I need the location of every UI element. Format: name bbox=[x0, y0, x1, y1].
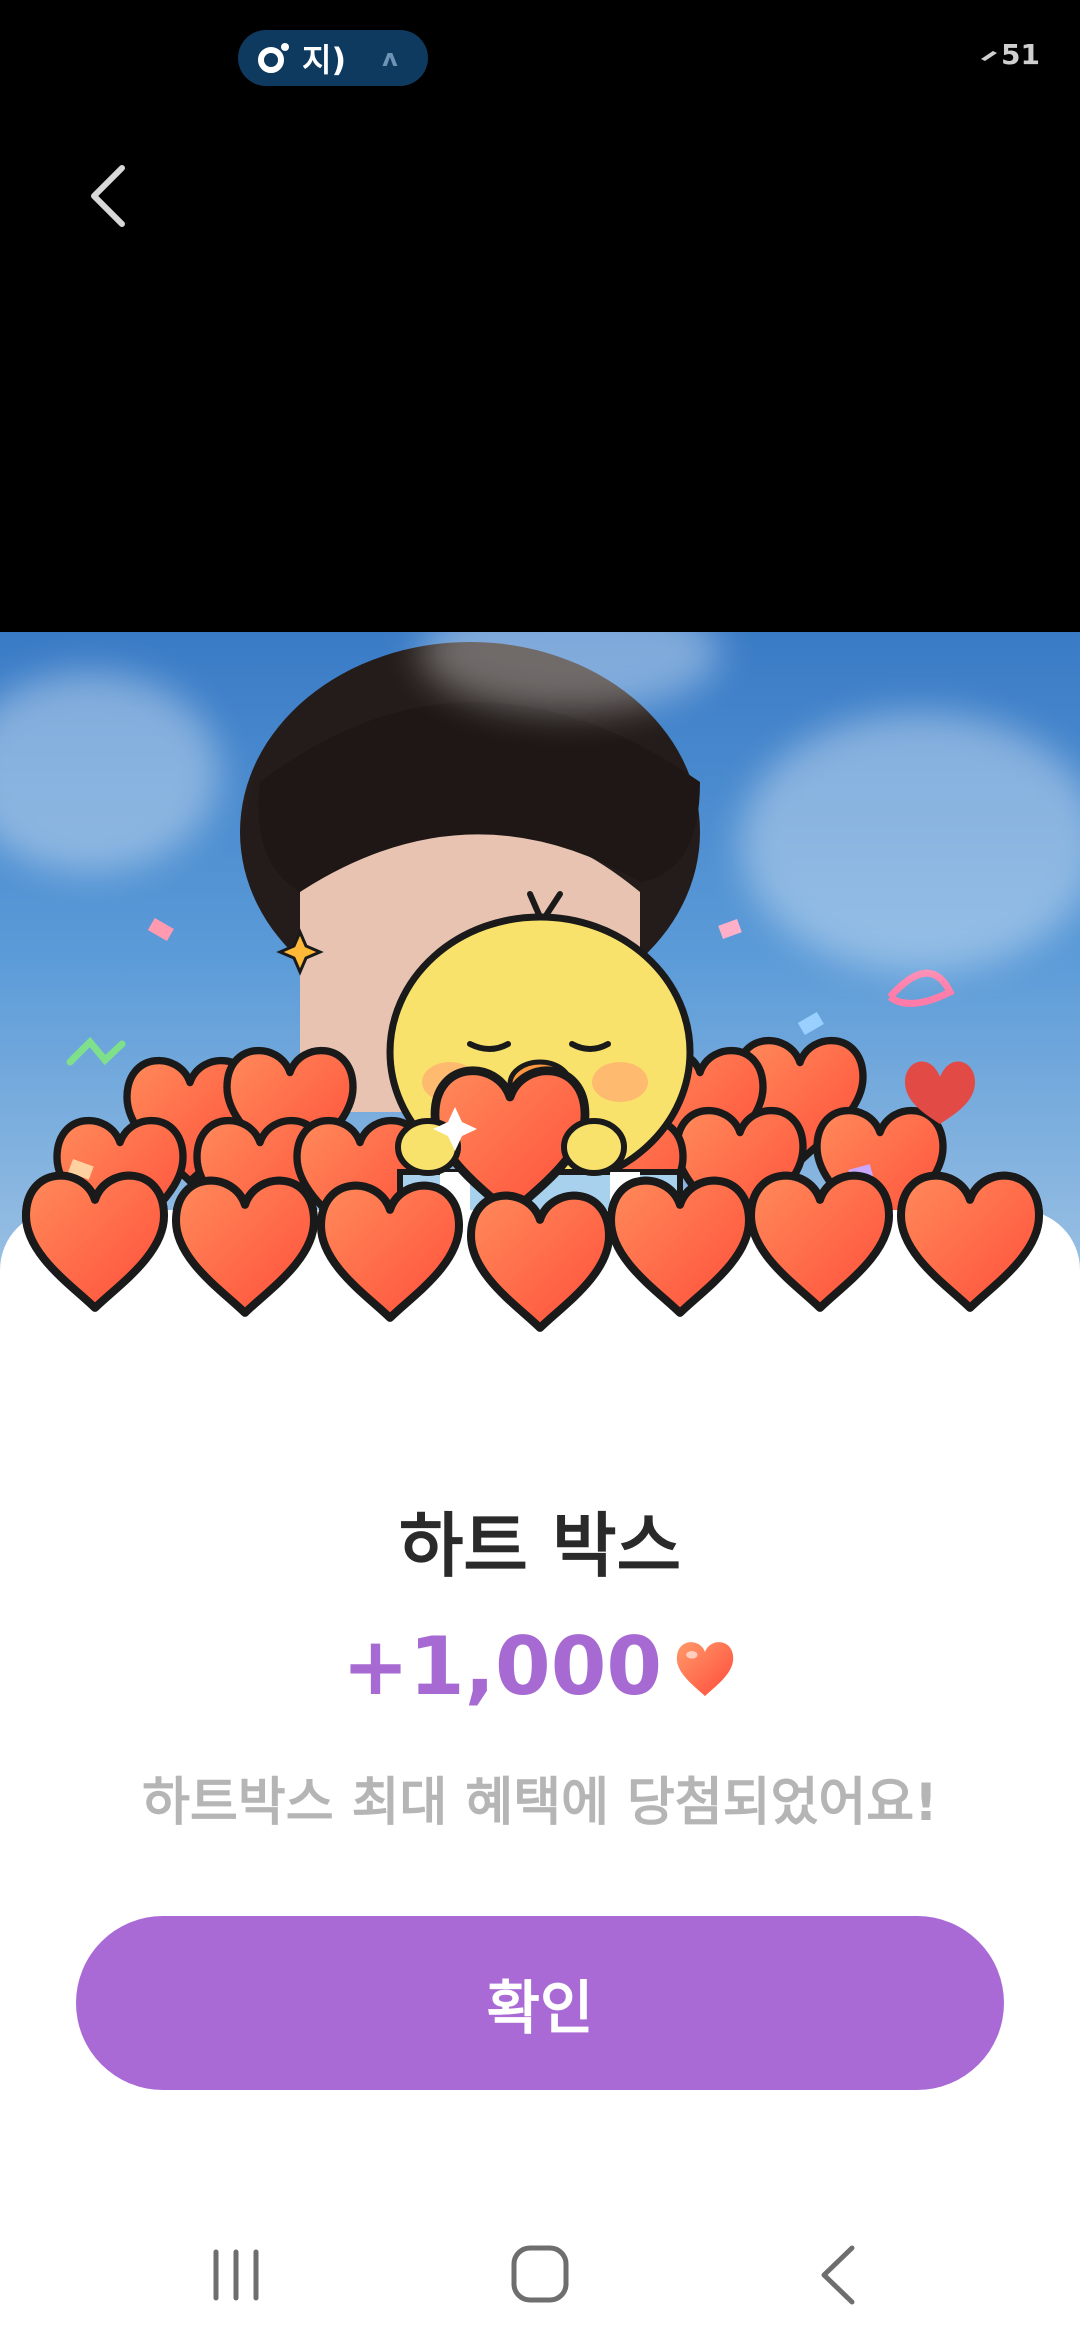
system-nav-bar bbox=[0, 2200, 1080, 2340]
reward-amount: +1,000 bbox=[341, 1620, 663, 1713]
hearts-overlay bbox=[0, 1160, 1080, 1400]
cloud bbox=[740, 712, 1080, 972]
screen: 지) ʌ 51 하트 박스 +1,000 하트박스 최대 혜택에 당첨되었어요!… bbox=[0, 0, 1080, 2340]
back-button[interactable] bbox=[80, 160, 140, 232]
battery-indicator: 51 bbox=[979, 38, 1040, 71]
back-icon[interactable] bbox=[800, 2240, 880, 2310]
home-icon[interactable] bbox=[500, 2240, 580, 2310]
signal-icon bbox=[981, 50, 998, 61]
battery-level: 51 bbox=[1001, 38, 1040, 71]
status-bar: 지) ʌ 51 bbox=[0, 0, 1080, 116]
status-pill-text: 지) bbox=[302, 41, 347, 79]
reward-message: 하트박스 최대 혜택에 당첨되었어요! bbox=[142, 1773, 938, 1833]
status-pill: 지) ʌ bbox=[238, 30, 428, 86]
reward-title: 하트 박스 bbox=[399, 1505, 681, 1587]
heart-icon bbox=[676, 1641, 734, 1696]
status-pill-extra: ʌ bbox=[382, 44, 398, 72]
confirm-button[interactable]: 확인 bbox=[76, 1916, 1004, 2090]
reward-amount-row: +1,000 bbox=[0, 1620, 1080, 1713]
recents-icon[interactable] bbox=[196, 2240, 276, 2310]
app-indicator-icon bbox=[258, 43, 289, 73]
